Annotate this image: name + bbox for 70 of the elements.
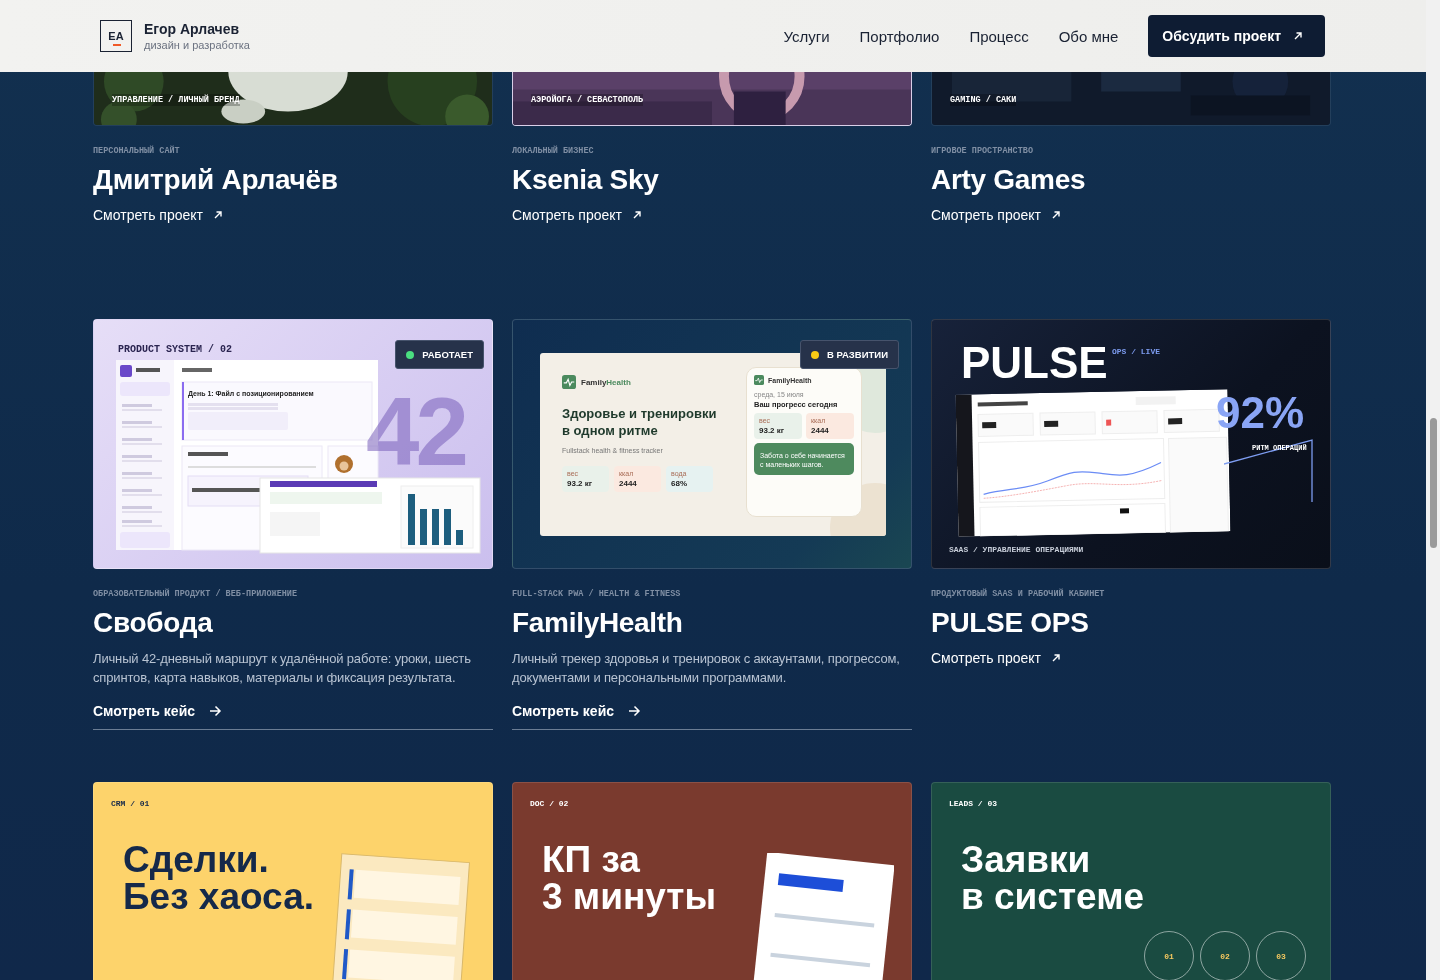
service-tag: CRM / 01 [111,799,150,808]
step-circle: 03 [1256,931,1306,980]
arrow-icon [1050,210,1061,220]
brand-name: FamilyHealth [581,377,631,387]
project-title: Arty Games [931,164,1087,196]
service-tag: DOC / 02 [530,799,569,808]
arrow-icon [631,210,642,220]
view-project-link[interactable]: Смотреть проект [931,207,1061,223]
project-category: ПРОДУКТОВЫЙ SAAS И РАБОЧИЙ КАБИНЕТ [931,589,1106,599]
arrow-icon [209,705,223,717]
service-card[interactable]: LEADS / 03 Заявки в системе 01 02 03 [931,782,1331,980]
arrow-icon [1293,31,1303,41]
big-number: 42 [366,384,465,480]
view-project-link[interactable]: Смотреть проект [512,207,642,223]
project-title: Свобода [93,607,214,639]
pulse-logo-icon [562,375,576,389]
service-card[interactable]: DOC / 02 КП за 3 минуты [512,782,912,980]
step-circle: 01 [1144,931,1194,980]
project-title: Ksenia Sky [512,164,660,196]
scrollbar[interactable] [1426,0,1440,980]
site-owner-name: Егор Арлачев [144,21,241,37]
nav-link[interactable]: Обо мне [1058,27,1119,45]
preview-tag: SAAS / УПРАВЛЕНИЕ ОПЕРАЦИЯМИ [949,545,1084,554]
view-case-link[interactable]: Смотреть кейс [512,691,912,730]
service-tag: LEADS / 03 [949,799,997,808]
project-tag: УПРАВЛЕНИЕ / ЛИЧНЫЙ БРЕНД [112,94,240,106]
stat-value: 68% [671,479,688,488]
project-description: Личный трекер здоровья и тренировок с аккаунтами, прогрессом, документами и персональными программами. [512,650,901,687]
service-headline: Сделки. Без хаоса. [123,841,314,915]
nav-link[interactable]: Услуги [783,27,830,45]
service-card[interactable]: CRM / 01 Сделки. Без хаоса. [93,782,493,980]
service-headline: КП за 3 минуты [542,841,717,915]
view-project-link[interactable]: Смотреть проект [931,650,1061,666]
arrow-icon [628,705,642,717]
project-tag: АЭРОЙОГА / СЕВАСТОПОЛЬ [531,94,644,106]
service-headline: Заявки в системе [961,841,1145,915]
site-tagline: дизайн и разработка [144,39,250,51]
discuss-project-button[interactable]: Обсудить проект [1148,15,1325,57]
pulse-logo-icon [754,375,764,385]
project-category: ОБРАЗОВАТЕЛЬНЫЙ ПРОДУКТ / ВЕБ-ПРИЛОЖЕНИЕ [93,589,299,599]
status-label: РАБОТАЕТ [422,349,473,360]
stat-value: 93.2 кг [567,479,594,488]
project-tag: GAMING / САКИ [950,94,1017,106]
project-card[interactable]: АЭРОЙОГА / СЕВАСТОПОЛЬ [512,72,912,126]
project-title: Дмитрий Арлачёв [93,164,339,196]
arrow-icon [212,210,223,220]
project-category: ЛОКАЛЬНЫЙ БИЗНЕС [512,146,595,156]
stat-value: 2444 [619,479,638,488]
status-label: В РАЗВИТИИ [827,349,888,360]
project-category: ПЕРСОНАЛЬНЫЙ САЙТ [93,146,181,156]
sublabel: OPS / LIVE [1112,347,1160,356]
stat-value: 2444 [811,426,830,435]
arrow-icon [1050,653,1061,663]
stat-value: 93.2 кг [759,426,786,435]
project-title: FamilyHealth [512,607,684,639]
project-description: Личный 42-дневный маршрут к удалённой работе: уроки, шесть спринтов, карта навыков, материалы и фиксация результата. [93,650,472,687]
logo-mark[interactable]: EA [100,20,132,52]
nav-link[interactable]: Портфолио [859,27,940,45]
project-card[interactable]: GAMING / САКИ [931,72,1331,126]
project-category: ИГРОВОЕ ПРОСТРАНСТВО [931,146,1035,156]
preview-label: PRODUCT SYSTEM / 02 [118,344,233,355]
view-case-link[interactable]: Смотреть кейс [93,691,493,730]
nav-link[interactable]: Процесс [969,27,1029,45]
project-category: FULL-STACK PWA / HEALTH & FITNESS [512,589,682,599]
project-title: PULSE OPS [931,607,1090,639]
view-project-link[interactable]: Смотреть проект [93,207,223,223]
hero-headline: Здоровье и тренировки в одном ритме [562,405,718,439]
step-circle: 02 [1200,931,1250,980]
project-card[interactable]: УПРАВЛЕНИЕ / ЛИЧНЫЙ БРЕНД [93,72,493,126]
logo-text: PULSE [961,338,1108,388]
